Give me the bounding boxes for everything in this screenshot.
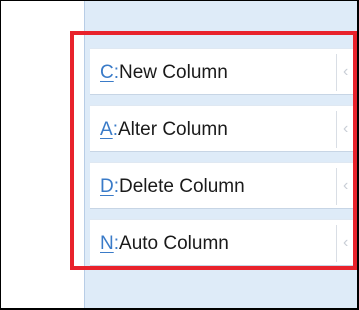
chevron-left-icon[interactable]: ‹ — [343, 233, 348, 253]
hotkey-letter: A — [100, 119, 113, 140]
menu-item-text: N:Auto Column — [100, 233, 229, 255]
item-divider — [336, 168, 337, 205]
hotkey-letter: D — [100, 176, 114, 197]
chevron-left-icon[interactable]: ‹ — [343, 62, 348, 82]
column-action-menu: C:New Column ‹ A:Alter Column ‹ D:Delete… — [90, 48, 355, 268]
menu-item-text: A:Alter Column — [100, 119, 228, 141]
menu-item-label: Alter Column — [117, 119, 228, 140]
menu-item-auto-column[interactable]: N:Auto Column ‹ — [90, 219, 355, 266]
menu-item-delete-column[interactable]: D:Delete Column ‹ — [90, 162, 355, 209]
hotkey-letter: C — [100, 62, 114, 83]
chevron-left-icon[interactable]: ‹ — [343, 119, 348, 139]
menu-item-text: C:New Column — [100, 62, 228, 84]
menu-item-text: D:Delete Column — [100, 176, 245, 198]
menu-item-label: Auto Column — [119, 233, 229, 254]
hotkey-letter: N — [100, 233, 114, 254]
frame-border-left — [0, 0, 1, 310]
chevron-left-icon[interactable]: ‹ — [343, 176, 348, 196]
item-divider — [336, 111, 337, 148]
menu-item-alter-column[interactable]: A:Alter Column ‹ — [90, 105, 355, 152]
item-divider — [336, 54, 337, 91]
menu-item-label: New Column — [119, 62, 228, 83]
menu-item-new-column[interactable]: C:New Column ‹ — [90, 48, 355, 95]
menu-item-label: Delete Column — [119, 176, 245, 197]
item-divider — [336, 225, 337, 262]
